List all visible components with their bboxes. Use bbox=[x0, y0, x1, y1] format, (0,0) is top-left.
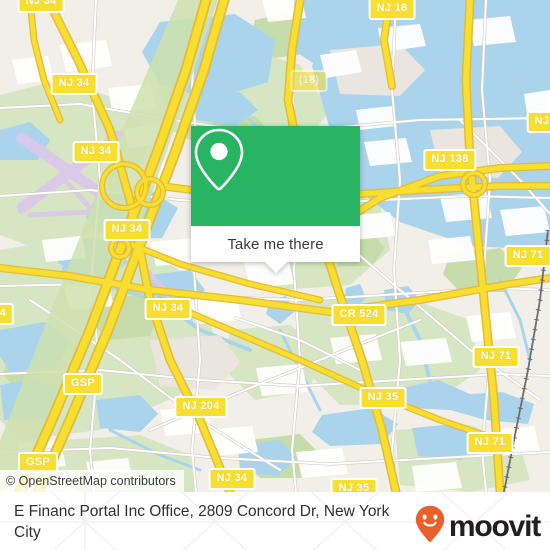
route-shield: NJ 34 bbox=[50, 73, 98, 95]
moovit-logo[interactable]: moovit bbox=[415, 505, 541, 548]
map-screenshot: NJ 18 NJ 34 NJ 34 (18) NJ NJ 34 NJ 138 NJ 34 NJ … bbox=[0, 0, 550, 550]
footer-bar: E Financ Portal Inc Office, 2809 Concord… bbox=[0, 492, 550, 550]
route-shield: (18) bbox=[290, 70, 328, 92]
route-shield: NJ bbox=[526, 111, 550, 133]
place-title: E Financ Portal Inc Office, 2809 Concord… bbox=[14, 503, 390, 541]
route-shield: 4 bbox=[0, 303, 15, 325]
route-shield: NJ 34 bbox=[144, 298, 192, 320]
popup-header bbox=[191, 126, 360, 226]
route-shield: CR 524 bbox=[331, 304, 387, 326]
route-shield: NJ 35 bbox=[359, 387, 407, 409]
take-me-there-button[interactable]: Take me there bbox=[191, 226, 360, 262]
route-shield: NJ 34 bbox=[17, 0, 65, 13]
moovit-pin-icon bbox=[415, 505, 445, 548]
route-shield: NJ 34 bbox=[103, 219, 151, 241]
popup-tail bbox=[264, 262, 287, 273]
take-me-there-popup[interactable]: Take me there bbox=[191, 126, 360, 273]
route-shield: NJ 34 bbox=[72, 141, 120, 163]
map-canvas[interactable]: NJ 18 NJ 34 NJ 34 (18) NJ NJ 34 NJ 138 NJ 34 NJ … bbox=[0, 0, 550, 492]
route-shield: NJ 71 bbox=[466, 432, 514, 454]
route-shield: NJ 34 bbox=[208, 468, 256, 490]
route-shield: NJ 18 bbox=[368, 0, 416, 20]
route-shield: GSP bbox=[62, 373, 104, 395]
moovit-wordmark: moovit bbox=[448, 509, 541, 543]
route-shield: NJ 35 bbox=[330, 478, 378, 492]
route-shield: NJ 138 bbox=[423, 149, 477, 171]
route-shield: NJ 204 bbox=[174, 396, 228, 418]
route-shield: NJ 71 bbox=[472, 346, 520, 368]
map-attribution[interactable]: © OpenStreetMap contributors bbox=[0, 470, 184, 492]
route-shield: NJ 71 bbox=[504, 245, 550, 267]
